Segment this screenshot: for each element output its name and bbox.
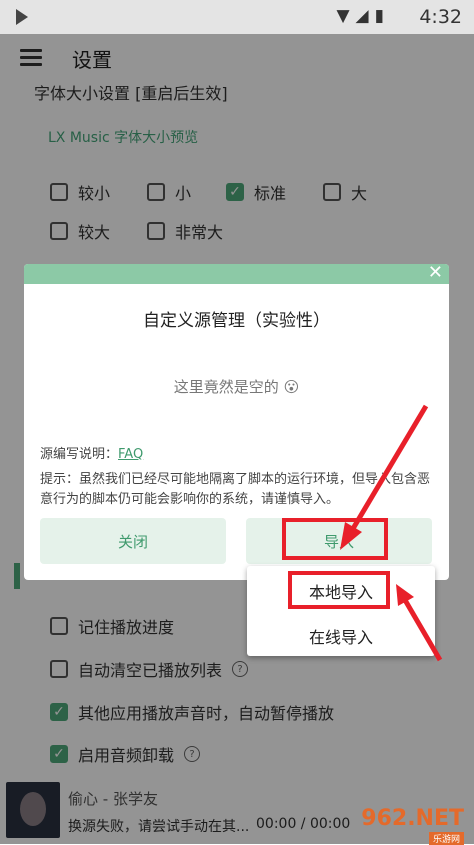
annotation-arrows [340,404,443,662]
watermark-text: 962.NET [361,806,464,831]
watermark-subtext: 乐游网 [428,832,464,845]
arrow-to-local-import [396,584,443,662]
arrow-to-import [340,404,429,550]
